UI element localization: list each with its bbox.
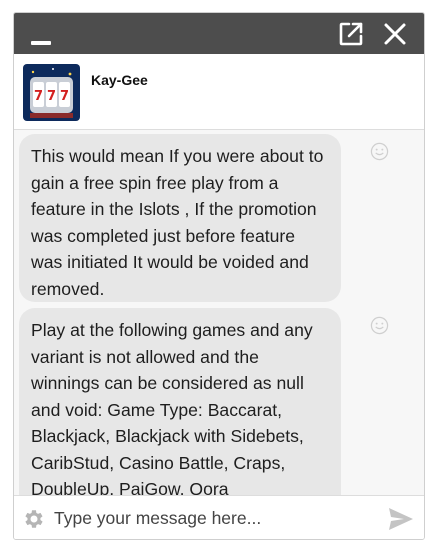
message-input[interactable] (54, 502, 374, 534)
gear-icon[interactable] (22, 507, 46, 531)
close-icon[interactable] (382, 21, 408, 47)
slot-machine-777-avatar: 7 7 7 (23, 64, 80, 121)
open-in-new-window-icon[interactable] (338, 21, 364, 47)
message-list[interactable]: This would mean If you were about to gai… (14, 130, 424, 495)
smiley-icon[interactable] (370, 142, 389, 161)
message-composer (14, 495, 424, 539)
svg-text:7: 7 (34, 89, 43, 104)
send-icon[interactable] (387, 506, 415, 532)
minimize-icon[interactable] (31, 41, 51, 45)
chat-widget: 7 7 7 Kay-Gee This would mean If you wer… (13, 12, 425, 540)
agent-name: Kay-Gee (91, 72, 148, 88)
smiley-icon[interactable] (370, 316, 389, 335)
svg-text:7: 7 (47, 89, 56, 104)
message-bubble: This would mean If you were about to gai… (19, 134, 341, 302)
svg-text:7: 7 (60, 89, 69, 104)
chat-header: 7 7 7 Kay-Gee (14, 54, 424, 130)
message-bubble: Play at the following games and any vari… (19, 308, 341, 495)
chat-titlebar (14, 13, 424, 54)
